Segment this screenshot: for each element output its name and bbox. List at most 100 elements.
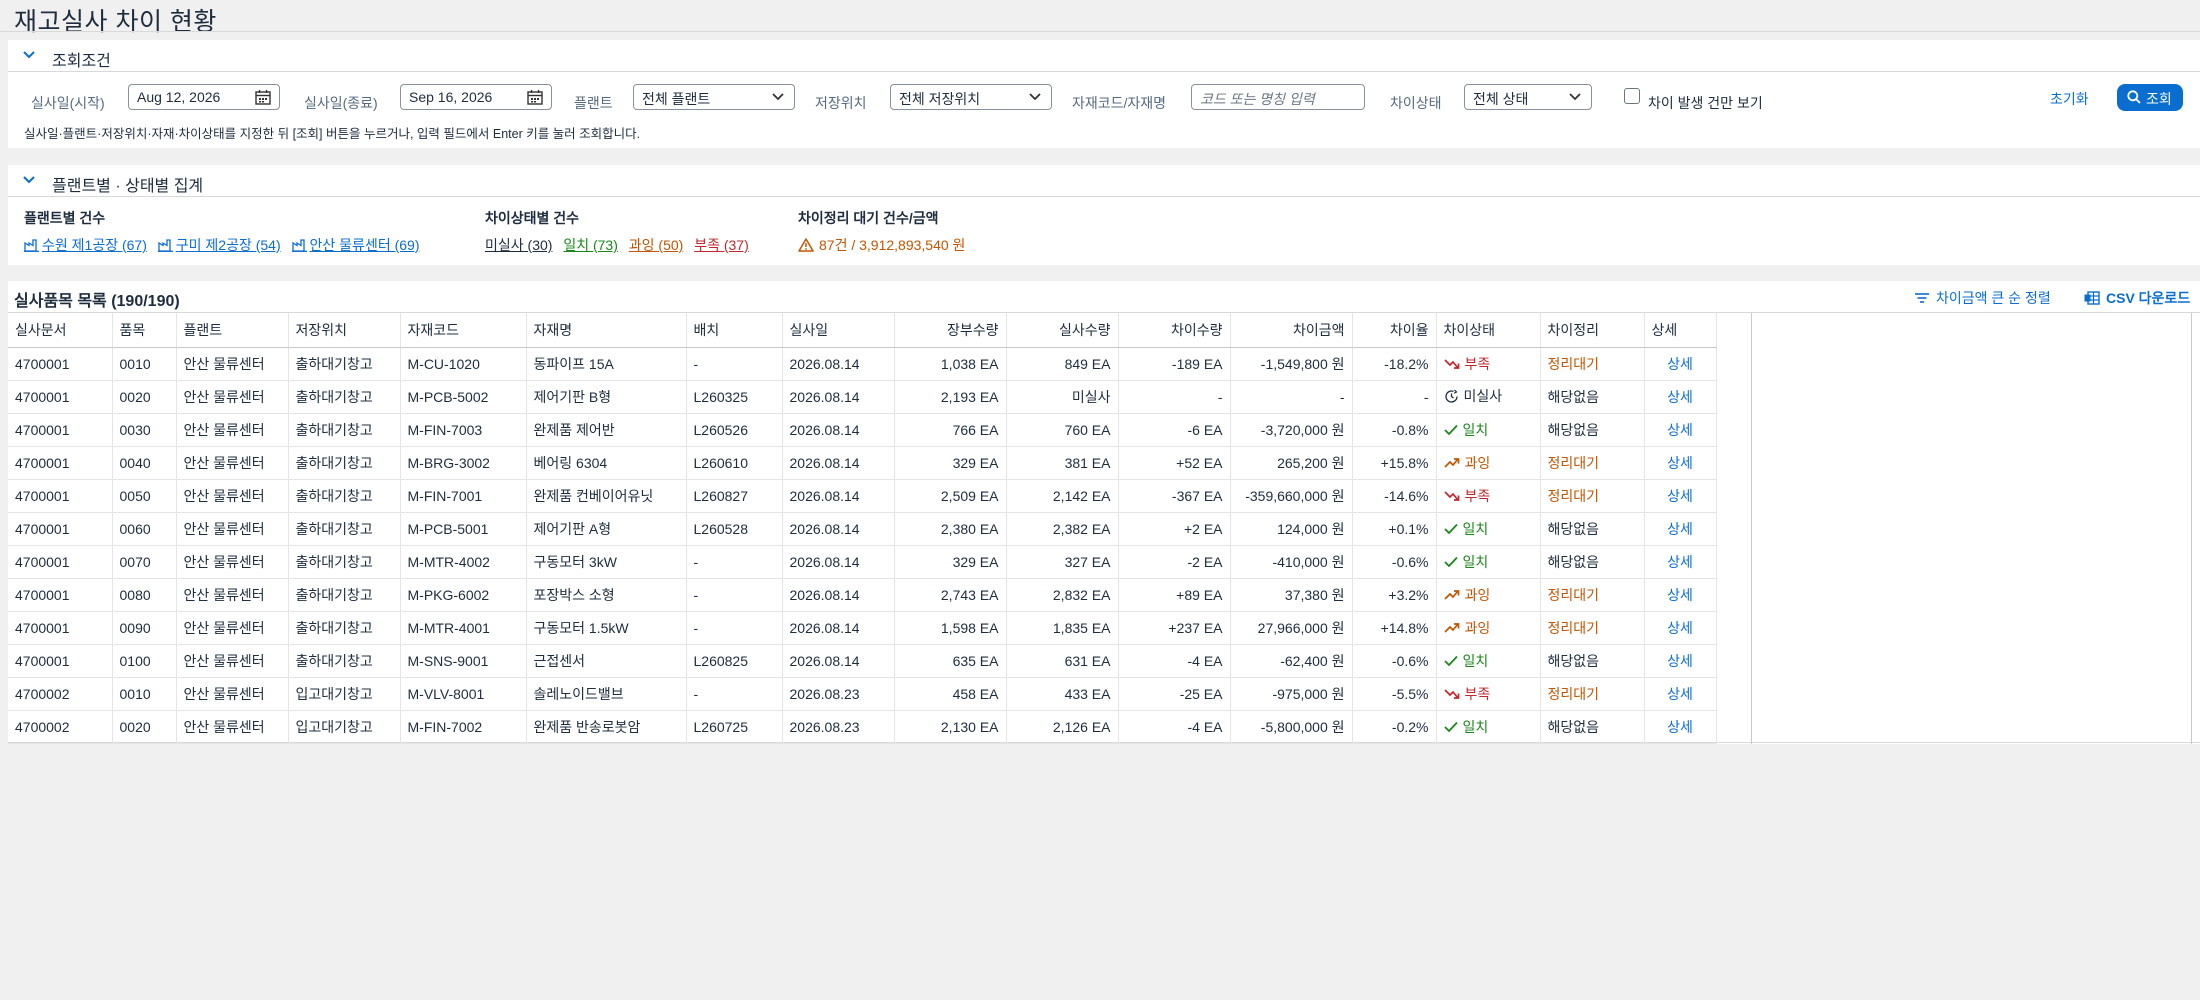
col-header-storage[interactable]: 저장위치 — [288, 313, 401, 348]
detail-link[interactable]: 상세 — [1667, 719, 1693, 735]
filter-panel-header[interactable]: 조회조건 — [8, 40, 2200, 72]
status-link-match[interactable]: 일치 (73) — [563, 235, 618, 255]
col-header-resolution[interactable]: 차이정리 — [1540, 313, 1645, 348]
table-row[interactable]: 4700001 0040 안산 물류센터 출하대기창고 M-BRG-3002 베어링 63… — [8, 446, 1717, 480]
col-header-material-code[interactable]: 자재코드 — [400, 313, 527, 348]
calendar-icon[interactable] — [527, 90, 543, 105]
table-row[interactable]: 4700002 0010 안산 물류센터 입고대기창고 M-VLV-8001 솔레노이드밸… — [8, 677, 1717, 711]
cell-book-qty: 2,130 EA — [894, 710, 1007, 744]
status-text: 일치 — [1462, 553, 1489, 570]
detail-link[interactable]: 상세 — [1667, 356, 1693, 372]
table-row[interactable]: 4700001 0030 안산 물류센터 출하대기창고 M-FIN-7003 완제품 제어… — [8, 413, 1717, 447]
col-header-doc[interactable]: 실사문서 — [8, 313, 113, 348]
plant-select[interactable]: 전체 플랜트 — [633, 84, 795, 110]
cell-storage: 출하대기창고 — [288, 479, 401, 513]
cell-batch: L260725 — [686, 710, 783, 744]
col-header-diff-qty[interactable]: 차이수량 — [1118, 313, 1231, 348]
status-link-uncounted[interactable]: 미실사 (30) — [485, 235, 552, 255]
summary-panel-header[interactable]: 플랜트별 · 상태별 집계 — [8, 165, 2200, 197]
detail-link[interactable]: 상세 — [1667, 620, 1693, 636]
cell-diff-qty: +89 EA — [1118, 578, 1231, 612]
cell-batch: L260827 — [686, 479, 783, 513]
status-text: 과잉 — [1464, 454, 1491, 471]
table-row[interactable]: 4700001 0050 안산 물류센터 출하대기창고 M-FIN-7001 완제품 컨베… — [8, 479, 1717, 513]
status-select[interactable]: 전체 상태 — [1464, 84, 1592, 110]
col-header-diff-amount[interactable]: 차이금액 — [1230, 313, 1353, 348]
table-row[interactable]: 4700001 0100 안산 물류센터 출하대기창고 M-SNS-9001 근접센서 L2… — [8, 644, 1717, 678]
detail-link[interactable]: 상세 — [1667, 521, 1693, 537]
col-header-book-qty[interactable]: 장부수량 — [894, 313, 1007, 348]
sort-by-amount-button[interactable]: 차이금액 큰 순 정렬 — [1914, 288, 2051, 308]
status-select-value: 전체 상태 — [1473, 91, 1529, 107]
pending-value: 87건 / 3,912,893,540 원 — [819, 237, 966, 253]
table-row[interactable]: 4700002 0020 안산 물류센터 입고대기창고 M-FIN-7002 완제품 반송… — [8, 710, 1717, 744]
only-diff-label[interactable]: 차이 발생 건만 보기 — [1648, 93, 1763, 113]
cell-doc: 4700002 — [8, 677, 113, 711]
table-row[interactable]: 4700001 0080 안산 물류센터 출하대기창고 M-PKG-6002 포장박스 소… — [8, 578, 1717, 612]
search-button[interactable]: 조회 — [2117, 84, 2183, 111]
col-header-item[interactable]: 품목 — [112, 313, 177, 348]
detail-link[interactable]: 상세 — [1667, 653, 1693, 669]
col-header-plant[interactable]: 플랜트 — [176, 313, 289, 348]
detail-link[interactable]: 상세 — [1667, 587, 1693, 603]
cell-count-qty: 327 EA — [1006, 545, 1119, 579]
col-header-batch[interactable]: 배치 — [686, 313, 783, 348]
cell-diff-rate: +14.8% — [1352, 611, 1437, 645]
plant-link-ansan[interactable]: 안산 물류센터 (69) — [291, 235, 420, 255]
detail-link[interactable]: 상세 — [1667, 455, 1693, 471]
cell-resolution: 정리대기 — [1540, 578, 1645, 612]
start-date-value: Aug 12, 2026 — [137, 89, 221, 105]
plant-link-gumi[interactable]: 구미 제2공장 (54) — [157, 235, 281, 255]
status-link-short[interactable]: 부족 (37) — [694, 235, 749, 255]
chevron-down-icon[interactable] — [22, 48, 36, 62]
plant-link-suwon[interactable]: 수원 제1공장 (67) — [24, 235, 147, 255]
table-row[interactable]: 4700001 0010 안산 물류센터 출하대기창고 M-CU-1020 동파이프 15… — [8, 347, 1717, 381]
cell-count-qty: 1,835 EA — [1006, 611, 1119, 645]
table-row[interactable]: 4700001 0090 안산 물류센터 출하대기창고 M-MTR-4001 구동모터 1… — [8, 611, 1717, 645]
reset-button[interactable]: 초기화 — [2050, 89, 2089, 109]
material-search-input[interactable]: 코드 또는 명칭 입력 — [1191, 84, 1365, 110]
detail-link[interactable]: 상세 — [1667, 554, 1693, 570]
status-link-over[interactable]: 과잉 (50) — [629, 235, 684, 255]
start-date-input[interactable]: Aug 12, 2026 — [128, 84, 280, 110]
only-diff-checkbox[interactable] — [1624, 88, 1640, 104]
col-header-count-qty[interactable]: 실사수량 — [1006, 313, 1119, 348]
storage-select[interactable]: 전체 저장위치 — [890, 84, 1052, 110]
table-row[interactable]: 4700001 0060 안산 물류센터 출하대기창고 M-PCB-5001 제어기판 A… — [8, 512, 1717, 546]
cell-diff-rate: +15.8% — [1352, 446, 1437, 480]
col-header-diff-rate[interactable]: 차이율 — [1352, 313, 1437, 348]
table-right-border — [1751, 313, 1752, 744]
detail-link[interactable]: 상세 — [1667, 686, 1693, 702]
cell-count-qty: 2,126 EA — [1006, 710, 1119, 744]
col-header-material-name[interactable]: 자재명 — [526, 313, 687, 348]
cell-item: 0040 — [112, 446, 177, 480]
cell-diff-amount: - — [1230, 380, 1353, 414]
status-badge: 부족 — [1443, 354, 1490, 374]
plant-count-links: 수원 제1공장 (67) 구미 제2공장 (54) 안산 물류센터 (69) — [24, 235, 427, 255]
end-date-input[interactable]: Sep 16, 2026 — [400, 84, 552, 110]
status-badge: 부족 — [1443, 684, 1490, 704]
detail-link[interactable]: 상세 — [1667, 488, 1693, 504]
storage-label: 저장위치 — [815, 95, 867, 111]
cell-storage: 출하대기창고 — [288, 578, 401, 612]
cell-diff-rate: -0.6% — [1352, 545, 1437, 579]
col-header-diff-status[interactable]: 차이상태 — [1436, 313, 1541, 348]
sort-button-label: 차이금액 큰 순 정렬 — [1936, 290, 2051, 306]
checkmark-icon — [1443, 523, 1458, 534]
detail-link[interactable]: 상세 — [1667, 389, 1693, 405]
csv-download-button[interactable]: CSV 다운로드 — [2084, 288, 2190, 308]
cell-count-qty: 미실사 — [1006, 380, 1119, 414]
factory-icon — [291, 238, 307, 252]
cell-plant: 안산 물류센터 — [176, 413, 289, 447]
detail-link[interactable]: 상세 — [1667, 422, 1693, 438]
cell-plant: 안산 물류센터 — [176, 644, 289, 678]
chevron-down-icon[interactable] — [22, 173, 36, 187]
cell-diff-qty: -6 EA — [1118, 413, 1231, 447]
table-row[interactable]: 4700001 0020 안산 물류센터 출하대기창고 M-PCB-5002 제어기판 B… — [8, 380, 1717, 414]
cell-diff-amount: -410,000 원 — [1230, 545, 1353, 579]
calendar-icon[interactable] — [255, 90, 271, 105]
col-header-count-date[interactable]: 실사일 — [782, 313, 895, 348]
chevron-down-icon — [772, 93, 784, 101]
table-row[interactable]: 4700001 0070 안산 물류센터 출하대기창고 M-MTR-4002 구동모터 3… — [8, 545, 1717, 579]
cell-diff-status: 일치 — [1436, 413, 1541, 447]
